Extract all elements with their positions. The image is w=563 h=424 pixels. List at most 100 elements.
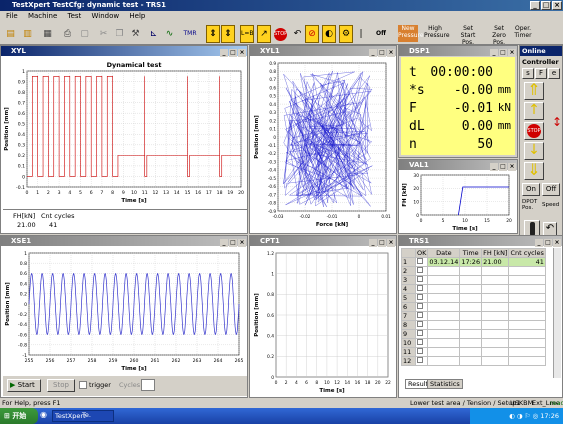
window-maximize-icon[interactable]: □ — [499, 163, 507, 171]
window-maximize-icon[interactable]: □ — [378, 239, 386, 247]
table-header-cell[interactable]: OK — [414, 248, 429, 258]
window-minimize-icon[interactable]: _ — [490, 163, 498, 171]
open-icon[interactable]: ▥ — [20, 25, 35, 43]
window-minimize-icon[interactable]: _ — [220, 49, 228, 57]
gauge-icon[interactable]: ◐ — [322, 25, 336, 43]
off-button[interactable]: Off — [542, 183, 560, 196]
window-close-icon[interactable]: × — [508, 49, 516, 57]
new-pressure-button[interactable]: New Pressure — [398, 25, 424, 42]
window-xyl-titlebar[interactable]: XYL _ □ × — [1, 46, 247, 57]
ok-checkbox[interactable] — [414, 284, 429, 294]
down-icon[interactable]: ↓ — [524, 142, 544, 160]
menu-window[interactable]: Window — [92, 12, 120, 20]
menu-help[interactable]: Help — [129, 12, 145, 20]
graph-icon[interactable]: ∿ — [162, 25, 177, 43]
new-icon[interactable]: ▤ — [3, 25, 18, 43]
table-row[interactable]: 1 03.12.14 17:26 21.00 41 — [401, 257, 546, 267]
start-button[interactable]: ▶ Start — [7, 379, 41, 392]
menu-machine[interactable]: Machine — [28, 12, 57, 20]
print-icon[interactable]: ⎙ — [60, 25, 75, 43]
save-icon[interactable]: ▦ — [40, 25, 55, 43]
maximize-button[interactable]: □ — [541, 1, 551, 10]
stop-sig-button[interactable]: Stop — [47, 379, 75, 392]
ok-checkbox[interactable] — [414, 329, 429, 339]
table-row[interactable]: 2 — [401, 266, 546, 276]
window-maximize-icon[interactable]: □ — [229, 49, 237, 57]
close-button[interactable]: × — [552, 1, 562, 10]
ok-checkbox[interactable] — [414, 356, 429, 366]
window-dsp1-titlebar[interactable]: DSP1 _ □ × — [399, 46, 517, 57]
ok-checkbox[interactable] — [414, 266, 429, 276]
settings-icon[interactable]: ⚙ — [339, 25, 353, 43]
ok-checkbox[interactable] — [414, 293, 429, 303]
window-maximize-icon[interactable]: □ — [229, 239, 237, 247]
table-row[interactable]: 12 — [401, 356, 546, 366]
controller-f-button[interactable]: F — [535, 68, 547, 79]
table-header-cell[interactable] — [401, 248, 416, 258]
window-close-icon[interactable]: × — [238, 49, 246, 57]
undo-icon[interactable]: ↶ — [290, 25, 305, 43]
ok-checkbox[interactable] — [414, 302, 429, 312]
stop-button[interactable]: STOP — [524, 122, 544, 140]
ok-checkbox[interactable] — [414, 257, 429, 267]
table-row[interactable]: 4 — [401, 284, 546, 294]
window-xse1-titlebar[interactable]: XSE1 _ □ × — [1, 236, 247, 247]
hammer-icon[interactable]: ⚒ — [128, 25, 143, 43]
chart-icon[interactable]: ⊾ — [146, 25, 161, 43]
fast-down-icon[interactable]: ⇓ — [524, 162, 544, 180]
tmr-icon[interactable]: TMR — [178, 25, 202, 43]
window-close-icon[interactable]: × — [508, 163, 516, 171]
window-minimize-icon[interactable]: _ — [535, 239, 543, 247]
window-close-icon[interactable]: × — [387, 239, 395, 247]
table-row[interactable]: 11 — [401, 347, 546, 357]
window-val1-titlebar[interactable]: VAL1 _ □ × — [399, 160, 517, 171]
set-start-button[interactable]: Set Start Pos. — [458, 25, 478, 46]
window-minimize-icon[interactable]: _ — [369, 49, 377, 57]
table-row[interactable]: 9 — [401, 329, 546, 339]
ok-checkbox[interactable] — [414, 320, 429, 330]
window-close-icon[interactable]: × — [387, 49, 395, 57]
mode-icon-2[interactable]: ⇕ — [221, 25, 235, 43]
controller-e-button[interactable]: e — [548, 68, 560, 79]
ok-checkbox[interactable] — [414, 311, 429, 321]
nozero-icon[interactable]: ⊘ — [305, 25, 319, 43]
off-button[interactable]: Off — [370, 25, 392, 43]
window-xyl1-titlebar[interactable]: XYL1 _ □ × — [250, 46, 396, 57]
window-maximize-icon[interactable]: □ — [378, 49, 386, 57]
fast-up-icon[interactable]: ⇑ — [524, 82, 544, 100]
cycles-input[interactable] — [141, 379, 155, 391]
window-close-icon[interactable]: × — [238, 239, 246, 247]
window-minimize-icon[interactable]: _ — [220, 239, 228, 247]
table-row[interactable]: 10 — [401, 338, 546, 348]
task-te[interactable]: Te. — [80, 410, 120, 422]
window-trs1-titlebar[interactable]: TRS1 _ □ × — [399, 236, 562, 247]
tab-statistics[interactable]: Statistics — [427, 379, 463, 389]
table-row[interactable]: 5 — [401, 293, 546, 303]
results-scrollbar[interactable] — [553, 248, 561, 378]
table-header-cell[interactable]: Date — [427, 248, 461, 258]
on-button[interactable]: On — [522, 183, 540, 196]
table-header-cell[interactable]: Time — [459, 248, 483, 258]
window-maximize-icon[interactable]: □ — [499, 49, 507, 57]
preview-icon[interactable]: ▢ — [77, 25, 92, 43]
table-row[interactable]: 3 — [401, 275, 546, 285]
cut-icon[interactable]: ✂ — [96, 25, 111, 43]
table-header-cell[interactable]: FH [kN] — [481, 248, 510, 258]
menu-file[interactable]: File — [6, 12, 18, 20]
ok-checkbox[interactable] — [414, 347, 429, 357]
quicklaunch-icon[interactable]: ◉ — [40, 410, 52, 422]
set-zero-button[interactable]: Set Zero Pos. — [490, 25, 508, 46]
ok-checkbox[interactable] — [414, 275, 429, 285]
window-maximize-icon[interactable]: □ — [544, 239, 552, 247]
table-header-cell[interactable]: Cnt cycles — [508, 248, 546, 258]
window-minimize-icon[interactable]: _ — [490, 49, 498, 57]
table-row[interactable]: 8 — [401, 320, 546, 330]
ok-checkbox[interactable] — [414, 338, 429, 348]
lb-icon[interactable]: L=B — [240, 25, 254, 43]
table-row[interactable]: 6 — [401, 302, 546, 312]
up-icon[interactable]: ↑ — [524, 102, 544, 120]
high-pressure-button[interactable]: High Pressure — [424, 25, 450, 42]
controller-s-button[interactable]: s — [522, 68, 534, 79]
mode-icon-1[interactable]: ⇕ — [206, 25, 220, 43]
table-row[interactable]: 7 — [401, 311, 546, 321]
